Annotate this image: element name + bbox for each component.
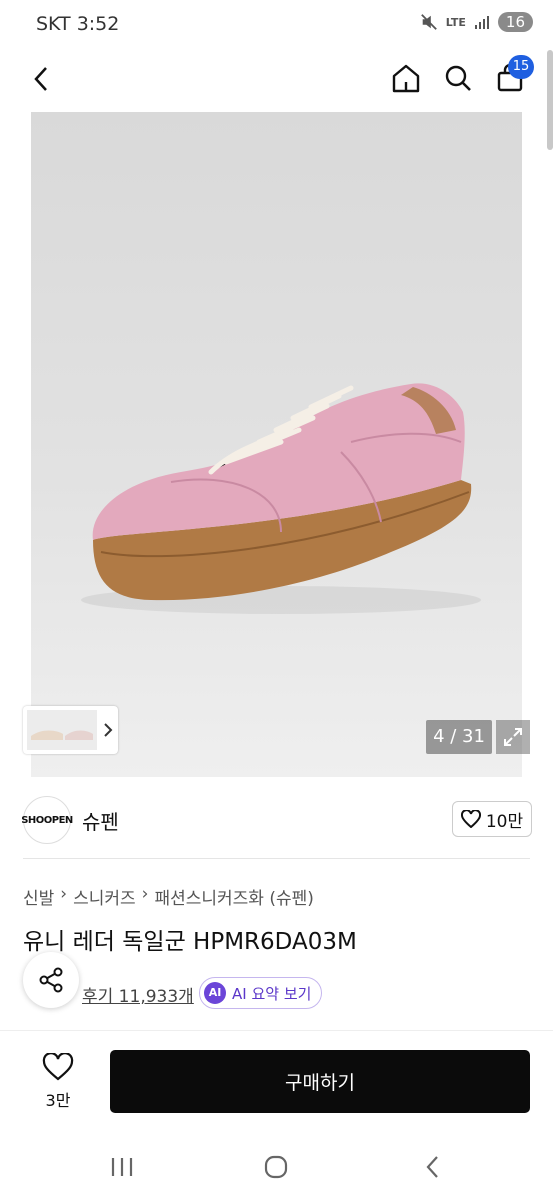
ai-badge: AI [204,982,226,1004]
status-icons: LTE 16 [420,12,533,32]
reviews-link[interactable]: 후기 11,933개 [82,982,194,1007]
back-nav-button[interactable] [410,1150,454,1184]
chevron-left-icon [34,67,47,91]
chevron-left-icon [426,1156,438,1178]
sneaker-image [81,383,481,614]
divider [23,858,530,859]
cart-count-badge: 15 [508,55,534,79]
breadcrumb-separator-icon: › [141,884,149,904]
share-button[interactable] [23,952,79,1008]
expand-image-button[interactable] [496,720,530,754]
search-icon [445,65,471,91]
battery-level: 16 [497,12,533,32]
mute-icon [420,14,437,30]
status-bar: SKT 3:52 LTE 16 [0,0,553,50]
product-image-gallery[interactable] [31,112,522,777]
brand-logo[interactable]: SHOOPEN [21,796,73,844]
top-app-bar: 15 [0,50,553,110]
brand-like-count: 10만 [485,811,524,832]
scrollbar[interactable] [547,50,553,150]
search-button[interactable] [440,60,476,96]
signal-icon [474,16,489,29]
heart-icon [460,810,481,828]
wishlist-button[interactable] [42,1052,74,1082]
thumbnail-strip[interactable] [23,706,118,754]
breadcrumb-item[interactable]: 스니커즈 [73,884,136,909]
wishlist-count: 3만 [45,1091,71,1110]
buy-button[interactable]: 구매하기 [110,1050,530,1113]
home-circle-icon [264,1155,288,1179]
recent-apps-icon [111,1158,133,1176]
ai-summary-label: AI 요약 보기 [232,984,312,1003]
share-icon [39,967,63,993]
home-nav-button[interactable] [254,1150,298,1184]
brand-name[interactable]: 슈펜 [82,806,119,835]
breadcrumb: 신발 › 스니커즈 › 패션스니커즈화 (슈펜) [23,884,314,909]
heart-icon [42,1053,74,1081]
recent-apps-button[interactable] [100,1150,144,1184]
brand-like-button[interactable]: 10만 [452,801,532,837]
product-title: 유니 레더 독일군 HPMR6DA03M [23,929,357,955]
brand-logo-text: SHOOPEN [21,814,73,826]
thumbnail-image [27,710,97,750]
expand-icon [504,728,522,746]
breadcrumb-item[interactable]: 패션스니커즈화 (슈펜) [154,884,313,909]
carrier-time: SKT 3:52 [36,13,120,35]
network-label: LTE [445,15,466,29]
breadcrumb-separator-icon: › [60,884,68,904]
system-nav-bar [0,1135,553,1200]
home-icon [392,64,420,93]
home-button[interactable] [388,60,424,96]
back-button[interactable] [24,62,58,96]
image-counter: 4 / 31 [426,720,492,754]
divider [0,1030,553,1031]
ai-summary-button[interactable]: AI AI 요약 보기 [199,977,323,1009]
breadcrumb-item[interactable]: 신발 [23,884,54,909]
chevron-right-icon [104,723,113,737]
